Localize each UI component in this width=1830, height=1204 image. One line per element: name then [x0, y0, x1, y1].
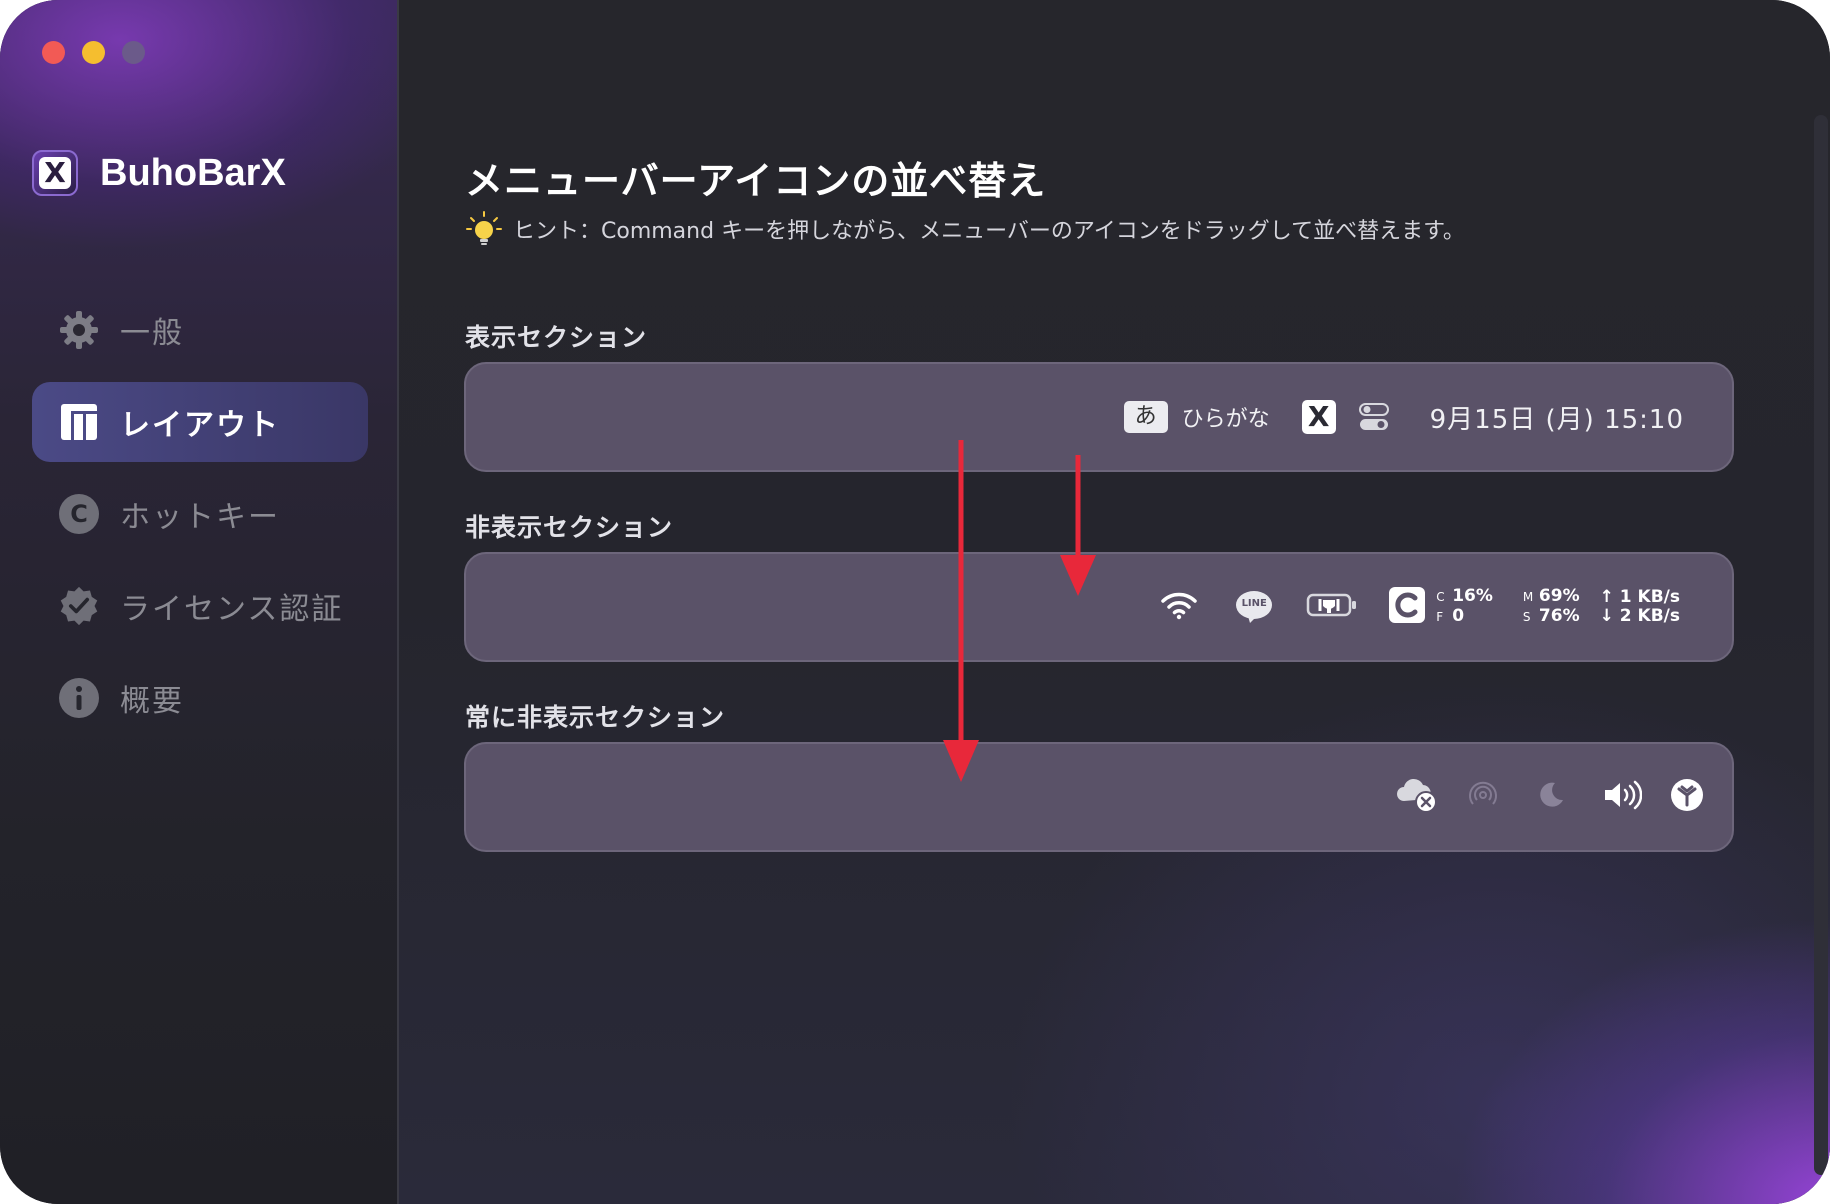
storage-value: 76%	[1538, 606, 1580, 626]
cleaner-app-icon[interactable]	[1388, 586, 1426, 628]
battery-charging-icon[interactable]	[1306, 590, 1358, 624]
svg-text:C: C	[70, 500, 88, 528]
sidebar-item-label: ライセンス認証	[120, 592, 344, 627]
app-logo-letter: X	[39, 157, 71, 189]
control-center-icon[interactable]	[1358, 402, 1390, 432]
upload-speed: ↑ 1 KB/s	[1599, 587, 1680, 607]
hint-text: ヒント：Command キーを押しながら、メニューバーのアイコンをドラッグして並…	[513, 219, 1465, 244]
line-app-icon[interactable]: LINE	[1234, 589, 1274, 625]
buhobarx-menubar-icon[interactable]: X	[1301, 400, 1336, 434]
gear-icon	[58, 309, 100, 351]
app-brand: X BuhoBarX	[32, 150, 286, 196]
cpu-label: C	[1436, 590, 1445, 604]
memory-storage-stats[interactable]: M 69% S 76%	[1523, 587, 1580, 627]
sidebar-item-label: 一般	[120, 316, 184, 351]
focus-moon-icon[interactable]	[1536, 780, 1566, 814]
lightbulb-icon	[465, 210, 503, 248]
hidden-icons-row: LINE C 16% F0 M 69% S 76% ↑ 1 KB/s ↓ 2 K…	[1160, 554, 1732, 660]
memory-value: 69%	[1538, 586, 1580, 606]
verified-badge-icon	[58, 585, 100, 627]
sidebar-item-layout[interactable]: レイアウト	[32, 382, 368, 462]
minimize-window-button[interactable]	[82, 41, 105, 64]
layout-icon	[58, 401, 100, 443]
sidebar-item-hotkey[interactable]: C ホットキー	[32, 474, 368, 554]
icloud-offline-icon[interactable]	[1394, 777, 1438, 817]
section-label-shown: 表示セクション	[465, 323, 648, 352]
hidden-section-panel[interactable]: LINE C 16% F0 M 69% S 76% ↑ 1 KB/s ↓ 2 K…	[464, 552, 1734, 662]
section-label-hidden: 非表示セクション	[465, 513, 674, 542]
network-speed-stats[interactable]: ↑ 1 KB/s ↓ 2 KB/s	[1600, 588, 1680, 626]
sidebar-item-about[interactable]: 概要	[32, 658, 368, 738]
input-method-badge[interactable]: あ	[1123, 401, 1168, 433]
scrollbar[interactable]	[1814, 115, 1828, 1175]
fan-label: F	[1436, 610, 1444, 624]
maximize-window-button[interactable]	[122, 41, 145, 64]
airdrop-icon[interactable]	[1466, 778, 1500, 816]
sidebar: X BuhoBarX 一般 レイアウト C ホットキー ライセンス認証 概要	[0, 0, 399, 1204]
download-speed: ↓ 2 KB/s	[1599, 606, 1680, 626]
always-hidden-section-panel[interactable]	[464, 742, 1734, 852]
sidebar-item-general[interactable]: 一般	[32, 290, 368, 370]
shown-icons-row: あ ひらがな X 9月15日 (月) 15:10	[1123, 364, 1732, 470]
sidebar-item-license[interactable]: ライセンス認証	[32, 566, 368, 646]
close-window-button[interactable]	[42, 41, 65, 64]
line-icon-text: LINE	[1241, 598, 1267, 609]
sidebar-nav: 一般 レイアウト C ホットキー ライセンス認証 概要	[32, 290, 368, 750]
volume-icon[interactable]	[1602, 779, 1643, 815]
section-label-always-hidden: 常に非表示セクション	[465, 703, 726, 732]
app-logo-icon: X	[32, 150, 78, 196]
sidebar-item-label: レイアウト	[120, 408, 280, 443]
app-window: X BuhoBarX 一般 レイアウト C ホットキー ライセンス認証 概要 メ…	[0, 0, 1830, 1204]
hint-row: ヒント：Command キーを押しながら、メニューバーのアイコンをドラッグして並…	[465, 210, 1465, 248]
sidebar-item-label: ホットキー	[120, 500, 280, 535]
memory-label: M	[1522, 590, 1534, 604]
hotkey-c-icon: C	[58, 493, 100, 535]
page-title: メニューバーアイコンの並べ替え	[465, 159, 1047, 203]
cpu-value: 16%	[1452, 586, 1493, 606]
info-icon	[58, 677, 100, 719]
fan-value: 0	[1452, 606, 1465, 626]
shown-section-panel[interactable]: あ ひらがな X 9月15日 (月) 15:10	[464, 362, 1734, 472]
sidebar-item-label: 概要	[120, 684, 184, 719]
cpu-fan-stats[interactable]: C 16% F0	[1436, 587, 1493, 627]
always-hidden-icons-row	[1394, 744, 1732, 850]
wifi-icon[interactable]	[1160, 590, 1198, 624]
storage-label: S	[1522, 610, 1531, 624]
input-mode-label[interactable]: ひらがな	[1182, 401, 1270, 433]
extension-app-icon[interactable]	[1670, 778, 1704, 816]
app-name: BuhoBarX	[100, 151, 286, 194]
menubar-clock[interactable]: 9月15日 (月) 15:10	[1430, 399, 1684, 436]
